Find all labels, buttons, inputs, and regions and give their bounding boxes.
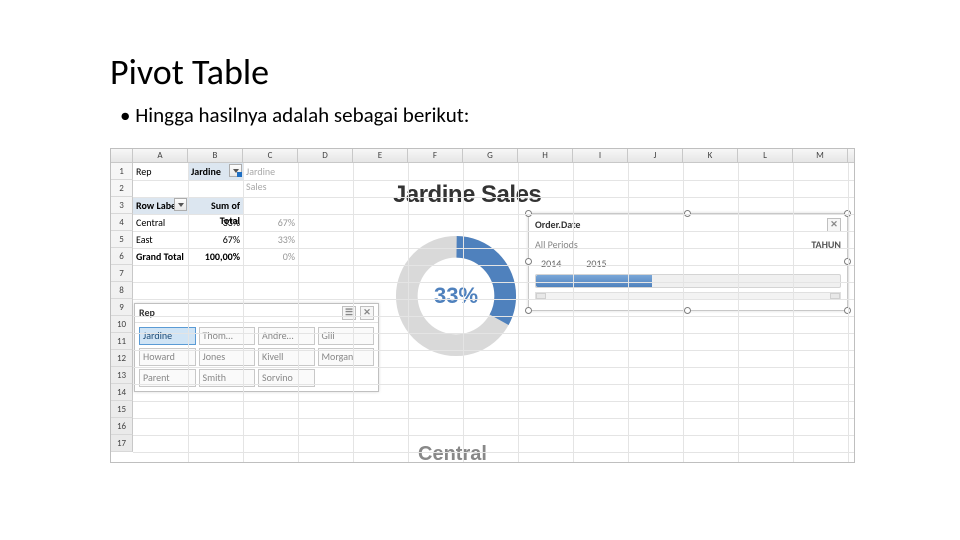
timeline-year[interactable]: 2015 bbox=[586, 257, 606, 270]
slicer-item[interactable]: Andre… bbox=[258, 327, 315, 345]
row-header[interactable]: 1 bbox=[111, 163, 133, 180]
row-header[interactable]: 5 bbox=[111, 231, 133, 248]
column-header[interactable]: J bbox=[628, 149, 683, 162]
row-header[interactable]: 14 bbox=[111, 384, 133, 401]
pivot-grandtotal-value: 100,00% bbox=[188, 248, 243, 265]
chart-title: Jardine Sales bbox=[393, 181, 541, 209]
column-header[interactable]: F bbox=[408, 149, 463, 162]
column-header[interactable]: M bbox=[793, 149, 848, 162]
row-header[interactable]: 16 bbox=[111, 418, 133, 435]
pivot-rep-value: Jardine bbox=[191, 165, 221, 178]
column-header[interactable]: I bbox=[573, 149, 628, 162]
mini-bar-label: 33% bbox=[243, 231, 298, 248]
slicer-title: Rep bbox=[139, 306, 155, 320]
pivot-rep-label: Rep bbox=[133, 163, 188, 180]
column-header[interactable]: A bbox=[133, 149, 188, 162]
grid-cells[interactable]: Rep Jardine Jardine Sales Row Labels bbox=[133, 163, 854, 463]
slide-title: Pivot Table bbox=[110, 50, 850, 94]
column-header[interactable]: H bbox=[518, 149, 573, 162]
pivot-rep-filter[interactable]: Jardine bbox=[188, 163, 243, 180]
row-header[interactable]: 4 bbox=[111, 214, 133, 231]
slicer-item[interactable]: Thom… bbox=[199, 327, 256, 345]
filter-dropdown-icon[interactable] bbox=[229, 164, 242, 177]
resize-handle[interactable] bbox=[525, 307, 532, 314]
row-header[interactable]: 9 bbox=[111, 299, 133, 316]
resize-handle[interactable] bbox=[525, 258, 532, 265]
clear-filter-icon[interactable]: ✕ bbox=[360, 306, 374, 320]
pivot-grandtotal-label: Grand Total bbox=[133, 248, 188, 265]
slide-bullet: • Hingga hasilnya adalah sebagai berikut… bbox=[120, 102, 850, 128]
column-header-row: ABCDEFGHIJKLM bbox=[111, 149, 854, 163]
slicer-item[interactable]: Gill bbox=[318, 327, 375, 345]
row-header[interactable]: 13 bbox=[111, 367, 133, 384]
row-header[interactable]: 3 bbox=[111, 197, 133, 214]
spreadsheet-screenshot: ABCDEFGHIJKLM 1234567891011121314151617 … bbox=[110, 148, 855, 463]
resize-handle[interactable] bbox=[684, 307, 691, 314]
column-header[interactable]: D bbox=[298, 149, 353, 162]
row-header[interactable]: 2 bbox=[111, 180, 133, 197]
row-header[interactable]: 8 bbox=[111, 282, 133, 299]
column-header[interactable]: B bbox=[188, 149, 243, 162]
column-header[interactable]: C bbox=[243, 149, 298, 162]
pivot-sum-hdr: Sum of Total bbox=[188, 197, 243, 214]
dropdown-icon[interactable] bbox=[174, 198, 187, 211]
mini-bar-label: 67% bbox=[243, 214, 298, 231]
select-all-corner[interactable] bbox=[111, 149, 133, 162]
column-header[interactable]: E bbox=[353, 149, 408, 162]
mini-bar-label: 0% bbox=[243, 248, 298, 265]
timeline-fill[interactable] bbox=[536, 275, 652, 287]
row-header[interactable]: 6 bbox=[111, 248, 133, 265]
row-header[interactable]: 15 bbox=[111, 401, 133, 418]
row-header[interactable]: 7 bbox=[111, 265, 133, 282]
pivot-side-text: Jardine Sales bbox=[243, 163, 298, 180]
column-header[interactable]: K bbox=[683, 149, 738, 162]
row-header[interactable]: 12 bbox=[111, 350, 133, 367]
timeline-subtitle: All Periods bbox=[535, 238, 578, 251]
column-header[interactable]: G bbox=[463, 149, 518, 162]
pivot-row-value: 67% bbox=[188, 231, 243, 248]
pivot-rowlabels-hdr[interactable]: Row Labels bbox=[133, 197, 188, 214]
timeline-orderdate[interactable]: Order.Date ✕ All Periods TAHUN 2014 2015 bbox=[528, 213, 848, 311]
clear-filter-icon[interactable]: ✕ bbox=[827, 218, 841, 232]
row-header[interactable]: 17 bbox=[111, 435, 133, 452]
column-header[interactable]: L bbox=[738, 149, 793, 162]
region-label: Central bbox=[418, 443, 487, 463]
pivot-row-label[interactable]: East bbox=[133, 231, 188, 248]
donut-chart[interactable]: 33% bbox=[391, 231, 521, 361]
donut-center-label: 33% bbox=[391, 231, 521, 361]
row-header-col: 1234567891011121314151617 bbox=[111, 163, 133, 452]
timeline-unit[interactable]: TAHUN bbox=[811, 238, 841, 251]
pivot-row-label[interactable]: Central bbox=[133, 214, 188, 231]
row-header[interactable]: 10 bbox=[111, 316, 133, 333]
timeline-track[interactable] bbox=[535, 274, 841, 288]
timeline-year[interactable]: 2014 bbox=[541, 257, 561, 270]
row-header[interactable]: 11 bbox=[111, 333, 133, 350]
